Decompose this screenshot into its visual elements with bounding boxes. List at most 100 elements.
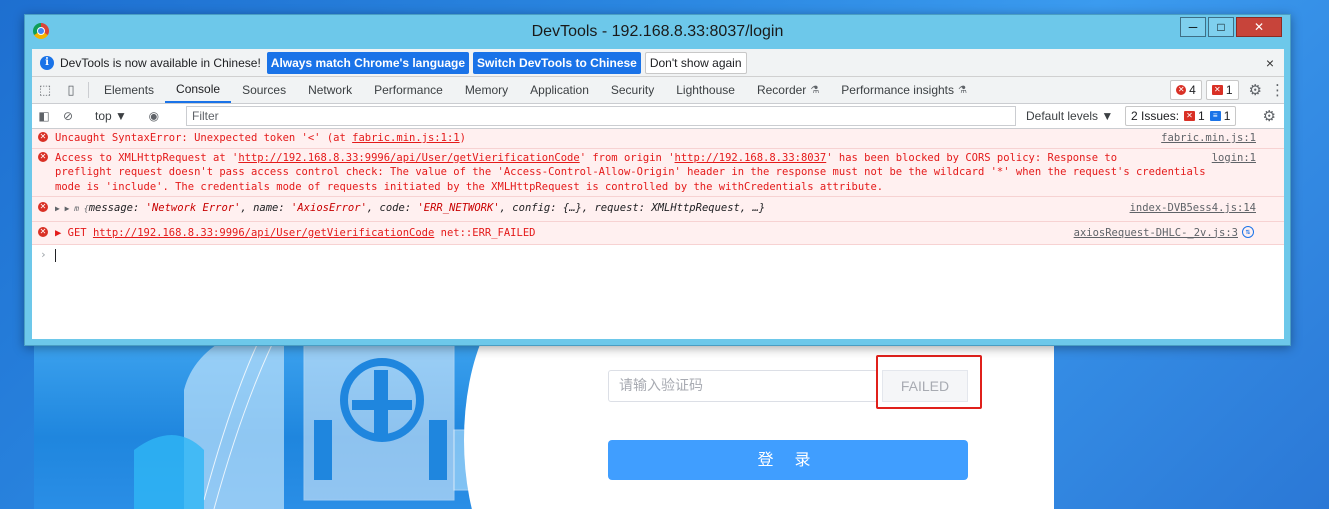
- message-line: Access to XMLHttpRequest at 'http://192.…: [55, 151, 1254, 166]
- window-title: DevTools - 192.168.8.33:8037/login: [531, 23, 784, 40]
- error-icon: ✕: [1176, 85, 1187, 95]
- object-rest: , config: {…}, request: XMLHttpRequest, …: [499, 202, 766, 214]
- origin-url-link[interactable]: http://192.168.8.33:8037: [675, 152, 827, 164]
- tab-security[interactable]: Security: [600, 77, 665, 103]
- issues-error-count: 1: [1198, 109, 1205, 123]
- message-source-link[interactable]: login:1: [1212, 151, 1256, 166]
- text-caret: [54, 248, 56, 262]
- message-source-link[interactable]: fabric.min.js:1: [1161, 131, 1256, 146]
- request-url-link[interactable]: http://192.168.8.33:9996/api/User/getVie…: [238, 152, 579, 164]
- network-panel-icon[interactable]: ⇅: [1242, 225, 1254, 238]
- object-value: 'ERR_NETWORK': [417, 202, 500, 214]
- inspect-element-icon[interactable]: ⬚: [32, 77, 58, 103]
- flask-icon: ⚗: [958, 84, 967, 96]
- more-options-icon[interactable]: ⋮: [1270, 81, 1285, 99]
- console-filter-input[interactable]: Filter: [186, 106, 1016, 126]
- login-illustration: [34, 330, 604, 509]
- object-key: , code:: [366, 202, 418, 214]
- close-window-button[interactable]: ✕: [1236, 17, 1282, 37]
- toolbar-divider: [88, 82, 89, 98]
- settings-gear-icon[interactable]: ⚙: [1249, 81, 1262, 99]
- live-expression-eye-icon[interactable]: ◉: [142, 109, 166, 123]
- console-filterbar: ◧ ⊘ top ▼ ◉ Filter Default levels ▼ 2 Is…: [32, 104, 1284, 129]
- console-output: ✕ Uncaught SyntaxError: Unexpected token…: [32, 129, 1284, 262]
- message-line: preflight request doesn't pass access co…: [55, 166, 1206, 178]
- request-status: net::ERR_FAILED: [434, 226, 536, 239]
- message-source-link[interactable]: index-DVB5ess4.js:14: [1130, 201, 1256, 216]
- maximize-button[interactable]: □: [1208, 17, 1234, 37]
- error-icon: ✕: [38, 132, 48, 142]
- object-value: 'Network Error': [145, 202, 241, 214]
- clear-console-icon[interactable]: ⊘: [56, 109, 80, 123]
- message-text: Uncaught SyntaxError: Unexpected token '…: [55, 132, 353, 144]
- message-text: ): [459, 132, 466, 144]
- issues-button[interactable]: 2 Issues: ✕ 1 ≡ 1: [1125, 106, 1237, 126]
- issue-error-icon: ✕: [1211, 85, 1223, 95]
- devtools-tabbar: ⬚ ▯ Elements Console Sources Network Per…: [32, 77, 1285, 104]
- tab-performance[interactable]: Performance: [363, 77, 454, 103]
- request-url-link[interactable]: http://192.168.8.33:9996/api/User/getVie…: [93, 227, 434, 239]
- red-highlight-box: [876, 355, 982, 409]
- tab-performance-insights-label: Performance insights: [841, 83, 954, 97]
- message-text: Access to XMLHttpRequest at ': [55, 151, 239, 164]
- captcha-input[interactable]: 请输入验证码: [608, 370, 878, 402]
- object-key: message:: [88, 202, 146, 214]
- tab-recorder[interactable]: Recorder ⚗: [746, 77, 830, 103]
- sidebar-toggle-icon[interactable]: ◧: [32, 109, 56, 123]
- info-icon: i: [40, 55, 54, 70]
- login-card: 请输入验证码 FAILED 登 录: [34, 330, 1054, 509]
- error-count: 4: [1189, 83, 1196, 97]
- console-error-message: ✕ Access to XMLHttpRequest at 'http://19…: [32, 148, 1284, 197]
- infobar-message: DevTools is now available in Chinese!: [60, 55, 261, 70]
- console-error-message: ✕ Uncaught SyntaxError: Unexpected token…: [32, 129, 1284, 149]
- object-value: 'AxiosError': [291, 202, 367, 214]
- issues-label: 2 Issues:: [1131, 109, 1180, 123]
- log-levels-dropdown[interactable]: Default levels ▼: [1026, 109, 1113, 123]
- message-line: mode is 'include'. The credentials mode …: [55, 180, 884, 193]
- tab-performance-insights[interactable]: Performance insights ⚗: [830, 77, 978, 103]
- tab-sources[interactable]: Sources: [231, 77, 297, 103]
- message-text: ' has been blocked by CORS policy: Respo…: [826, 151, 1118, 164]
- issue-info-icon: ≡: [1209, 111, 1221, 121]
- error-count-badge[interactable]: ✕ 4: [1170, 80, 1202, 100]
- close-infobar-icon[interactable]: ×: [1266, 55, 1274, 71]
- console-settings-gear-icon[interactable]: ⚙: [1263, 107, 1276, 125]
- login-button[interactable]: 登 录: [608, 440, 968, 480]
- console-error-message: ✕ ▶ ▶ m {message: 'Network Error', name:…: [32, 197, 1284, 222]
- console-prompt[interactable]: ›: [32, 245, 1284, 262]
- tab-application[interactable]: Application: [519, 77, 600, 103]
- tab-network[interactable]: Network: [297, 77, 363, 103]
- dont-show-again-button[interactable]: Don't show again: [644, 51, 747, 74]
- illustration-graphic: [134, 330, 525, 509]
- object-key: , name:: [240, 202, 292, 214]
- warning-count: 1: [1225, 83, 1233, 97]
- tab-lighthouse[interactable]: Lighthouse: [665, 77, 746, 103]
- warning-count-badge[interactable]: ✕ 1: [1205, 80, 1239, 100]
- message-source-link[interactable]: axiosRequest-DHLC-_2v.js:3: [1074, 226, 1238, 241]
- switch-language-button[interactable]: Switch DevTools to Chinese: [473, 51, 641, 74]
- devtools-panel: i DevTools is now available in Chinese! …: [32, 49, 1285, 339]
- context-selector[interactable]: top ▼: [89, 109, 133, 123]
- window-titlebar[interactable]: DevTools - 192.168.8.33:8037/login ─ □ ✕: [25, 15, 1290, 48]
- error-icon: ✕: [38, 226, 48, 237]
- prompt-chevron-icon: ›: [40, 248, 47, 261]
- issue-error-icon: ✕: [1184, 111, 1196, 121]
- message-text: ' from origin ': [579, 151, 675, 164]
- tab-memory[interactable]: Memory: [454, 77, 519, 103]
- error-icon: ✕: [38, 202, 48, 212]
- device-toolbar-icon[interactable]: ▯: [58, 77, 84, 103]
- axios-error-object[interactable]: ▶ ▶ m {message: 'Network Error', name: '…: [55, 202, 765, 214]
- tab-console[interactable]: Console: [165, 77, 232, 103]
- flask-icon: ⚗: [810, 84, 820, 96]
- issues-info-count: 1: [1223, 109, 1231, 123]
- tab-elements[interactable]: Elements: [93, 77, 165, 103]
- object-prefix: ▶ ▶ m {: [55, 204, 89, 213]
- language-infobar: i DevTools is now available in Chinese! …: [32, 49, 1284, 77]
- minimize-button[interactable]: ─: [1180, 17, 1206, 37]
- devtools-window: DevTools - 192.168.8.33:8037/login ─ □ ✕…: [24, 14, 1291, 346]
- source-link[interactable]: fabric.min.js:1:1: [352, 132, 459, 144]
- request-method[interactable]: ▶ GET: [55, 227, 93, 239]
- console-error-message: ✕ ▶ GET http://192.168.8.33:9996/api/Use…: [32, 221, 1284, 245]
- error-icon: ✕: [38, 151, 48, 162]
- match-language-button[interactable]: Always match Chrome's language: [266, 51, 470, 74]
